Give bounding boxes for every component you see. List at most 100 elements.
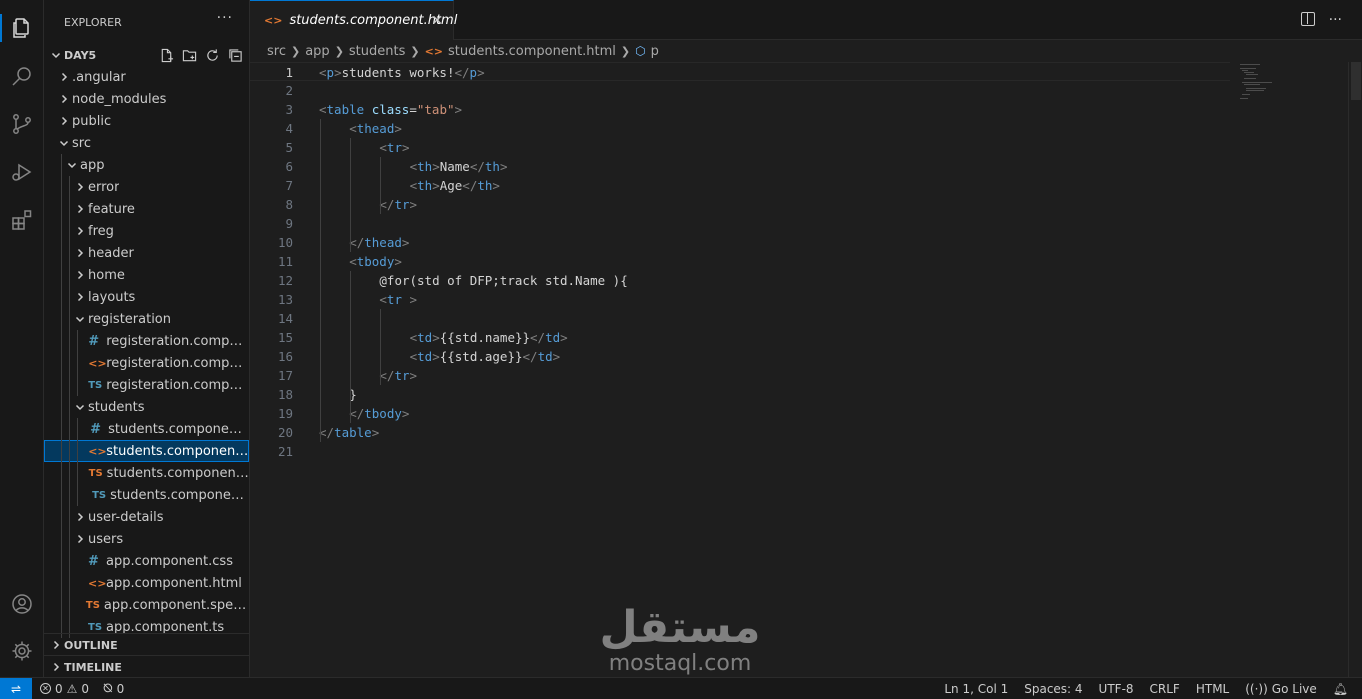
chevron-down-icon	[72, 402, 88, 412]
code-text: <td>{{std.age}}</td>	[410, 347, 561, 366]
code-line: 12 @for(std of DFP;track std.Name ){	[250, 271, 1230, 290]
explorer-icon[interactable]	[8, 14, 36, 42]
tree-item-label: layouts	[88, 289, 136, 305]
code-text: </tr>	[379, 366, 417, 385]
tree-folder[interactable]: node_modules	[44, 88, 249, 110]
line-number: 6	[285, 159, 293, 174]
code-text: </table>	[319, 423, 379, 442]
outline-section[interactable]: OUTLINE	[44, 633, 249, 656]
breadcrumb-file[interactable]: students.component.html	[448, 44, 616, 59]
tree-folder[interactable]: src	[44, 132, 249, 154]
code-token: tbody	[364, 406, 402, 421]
code-editor[interactable]: 1 <p>students works!</p> 2 3 <table class="t…	[250, 62, 1362, 677]
indent-guide	[69, 484, 70, 506]
code-token: </	[319, 425, 335, 440]
tree-file[interactable]: <>students.component.html	[44, 440, 249, 462]
indent-guide	[380, 309, 382, 385]
timeline-section[interactable]: TIMELINE	[44, 655, 249, 677]
workspace-section-header[interactable]: DAY5	[44, 44, 249, 66]
breadcrumb-symbol[interactable]: p	[651, 44, 659, 59]
tree-item-label: app	[80, 157, 105, 173]
new-folder-icon[interactable]	[181, 47, 197, 63]
breadcrumb-app[interactable]: app	[305, 44, 329, 59]
tree-folder[interactable]: freg	[44, 220, 249, 242]
breadcrumb-src[interactable]: src	[267, 44, 286, 59]
tree-file[interactable]: TS app.component.spec.ts	[44, 594, 249, 616]
breadcrumb-students[interactable]: students	[349, 44, 405, 59]
tree-file[interactable]: TSstudents.component.sp...	[44, 462, 249, 484]
account-icon[interactable]	[8, 590, 36, 618]
language-mode[interactable]: HTML	[1196, 682, 1229, 696]
error-icon: ✕	[40, 683, 51, 694]
split-editor-icon[interactable]	[1300, 12, 1315, 26]
tree-folder[interactable]: header	[44, 242, 249, 264]
remote-indicator-icon[interactable]: ⇌	[0, 677, 32, 699]
ports-indicator[interactable]: ⦰ 0	[103, 681, 124, 696]
minimap[interactable]	[1230, 62, 1350, 122]
indent-guide	[69, 374, 70, 396]
tree-folder[interactable]: students	[44, 396, 249, 418]
encoding[interactable]: UTF-8	[1099, 682, 1134, 696]
explorer-title: EXPLORER	[64, 15, 122, 29]
code-token: <	[379, 140, 387, 155]
line-ending[interactable]: CRLF	[1150, 682, 1180, 696]
code-text: <th>Age</th>	[410, 176, 500, 195]
tree-folder[interactable]: user-details	[44, 506, 249, 528]
tree-folder[interactable]: users	[44, 528, 249, 550]
tab-students-component-html[interactable]: <> students.component.html ✕	[250, 0, 457, 40]
watermark-arabic: مستقل	[599, 602, 761, 653]
collapse-all-icon[interactable]	[227, 47, 243, 63]
tree-file[interactable]: # students.component.css	[44, 418, 249, 440]
tree-file[interactable]: # app.component.css	[44, 550, 249, 572]
indent-guide	[69, 198, 70, 220]
new-file-icon[interactable]	[158, 47, 174, 63]
tree-item-label: user-details	[88, 509, 164, 525]
extensions-icon[interactable]	[8, 206, 36, 234]
code-token: >	[409, 292, 418, 307]
go-live-button[interactable]: ((·)) Go Live	[1245, 682, 1317, 696]
more-actions-icon[interactable]: ···	[1329, 12, 1342, 28]
cursor-position[interactable]: Ln 1, Col 1	[944, 682, 1008, 696]
indent-guide	[320, 119, 321, 442]
line-number: 7	[285, 178, 293, 193]
ts-file-icon: TS	[88, 621, 103, 633]
tree-file[interactable]: TS students.component.ts	[44, 484, 249, 506]
code-token: <	[409, 349, 418, 364]
tree-folder[interactable]: error	[44, 176, 249, 198]
problems-indicator[interactable]: ✕ 0 ⚠ 0	[40, 682, 89, 696]
tree-item-label: registeration	[88, 311, 172, 327]
vertical-scrollbar[interactable]	[1348, 62, 1362, 677]
refresh-icon[interactable]	[204, 47, 220, 63]
tree-file[interactable]: <>registeration.componen...	[44, 352, 249, 374]
code-token: <	[409, 178, 418, 193]
tree-folder[interactable]: feature	[44, 198, 249, 220]
chevron-down-icon	[48, 50, 64, 60]
tree-file[interactable]: TSregisteration.componen...	[44, 374, 249, 396]
tree-folder[interactable]: public	[44, 110, 249, 132]
line-number: 16	[277, 349, 293, 364]
tree-folder[interactable]: layouts	[44, 286, 249, 308]
more-actions-icon[interactable]: ···	[217, 10, 233, 26]
settings-gear-icon[interactable]	[8, 637, 36, 665]
notifications-bell-icon[interactable]: 🔔︎	[1333, 682, 1348, 696]
tree-file[interactable]: <> app.component.html	[44, 572, 249, 594]
code-token: Name	[439, 159, 470, 174]
tree-folder[interactable]: registeration	[44, 308, 249, 330]
line-number: 13	[277, 292, 293, 307]
chevron-right-icon	[72, 292, 88, 302]
search-icon[interactable]	[8, 62, 36, 90]
tree-folder[interactable]: home	[44, 264, 249, 286]
indent-guide	[61, 352, 62, 374]
run-debug-icon[interactable]	[8, 158, 36, 186]
source-control-icon[interactable]	[8, 110, 36, 138]
tree-file[interactable]: # registeration.componen...	[44, 330, 249, 352]
tree-item-label: app.component.css	[106, 553, 233, 569]
indent-guide	[69, 550, 70, 572]
tree-folder[interactable]: app	[44, 154, 249, 176]
indentation[interactable]: Spaces: 4	[1024, 682, 1082, 696]
code-line: 2	[250, 81, 1230, 100]
close-icon[interactable]: ✕	[431, 13, 443, 29]
tree-folder[interactable]: .angular	[44, 66, 249, 88]
code-token: td	[537, 349, 553, 364]
indent-guide	[69, 528, 70, 550]
